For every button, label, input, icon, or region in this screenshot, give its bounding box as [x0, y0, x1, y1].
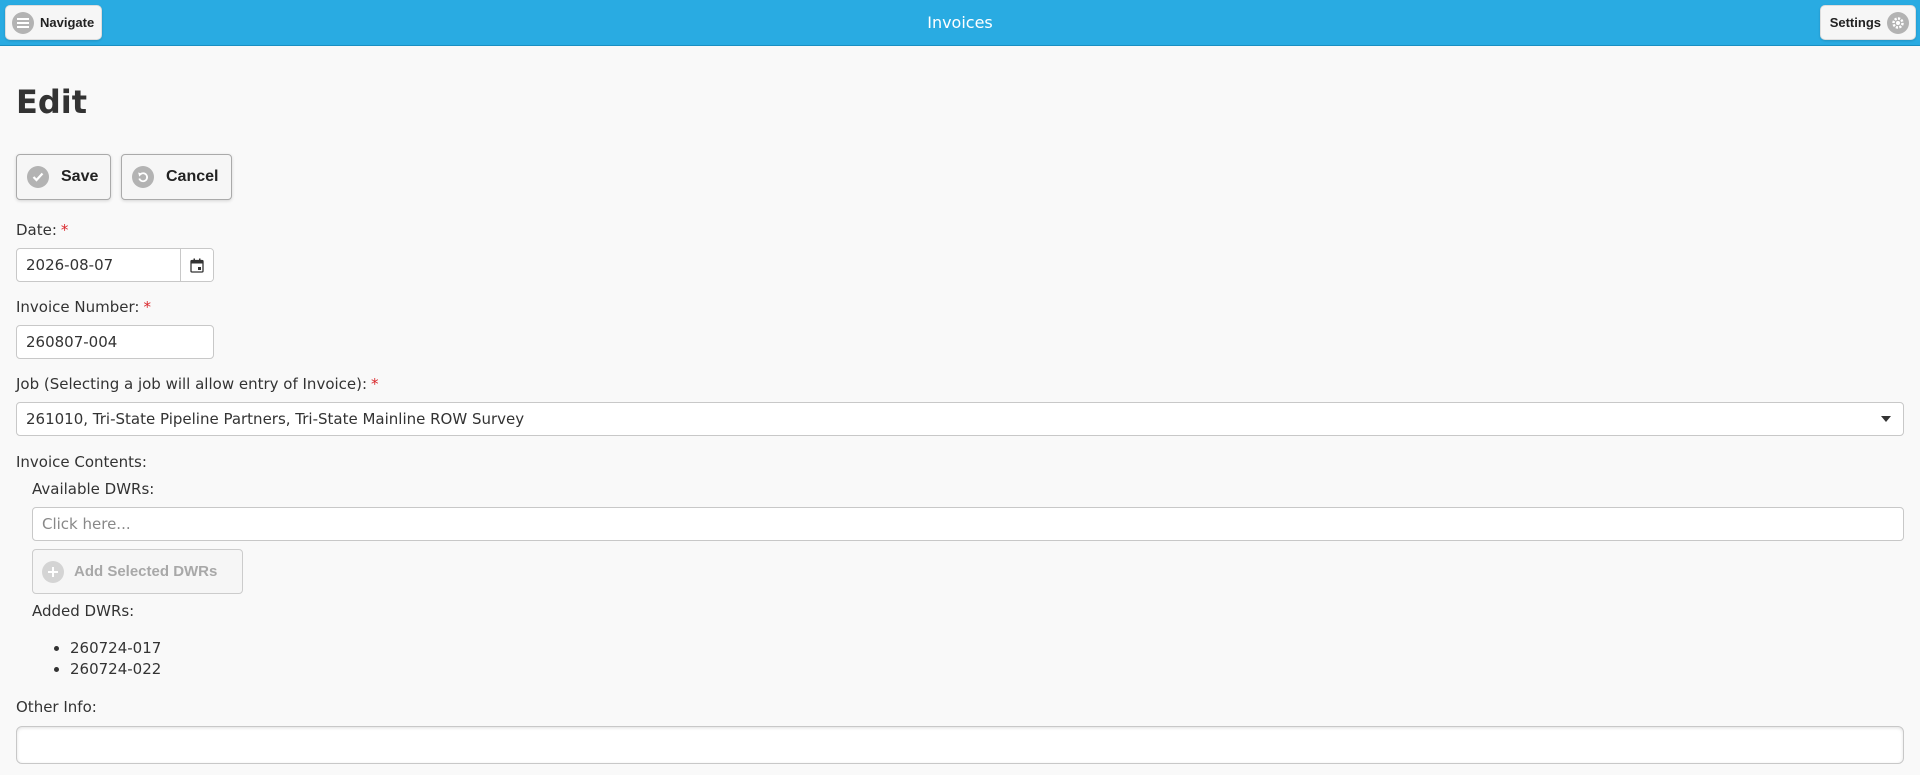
available-dwrs-input[interactable]: Click here... — [32, 507, 1904, 541]
date-label: Date: * — [16, 221, 68, 239]
list-item: 260724-017 — [70, 638, 161, 659]
save-label: Save — [61, 168, 99, 185]
invoice-number-label: Invoice Number: * — [16, 298, 151, 316]
invoice-number-label-text: Invoice Number: — [16, 298, 140, 316]
available-dwrs-label: Available DWRs: — [32, 480, 155, 498]
cancel-button[interactable]: Cancel — [121, 154, 232, 200]
page-title: Edit — [16, 83, 88, 121]
invoice-number-value: 260807-004 — [26, 333, 118, 351]
job-label-text: Job (Selecting a job will allow entry of… — [16, 375, 368, 393]
list-item: 260724-022 — [70, 659, 161, 680]
calendar-button[interactable] — [180, 249, 213, 281]
available-dwrs-placeholder: Click here... — [42, 515, 131, 533]
other-info-label: Other Info: — [16, 698, 97, 716]
required-marker: * — [60, 221, 69, 239]
check-icon — [27, 166, 49, 188]
chevron-down-icon — [1881, 416, 1891, 422]
required-marker: * — [371, 375, 379, 393]
date-field[interactable]: 2026-08-07 — [16, 248, 214, 282]
added-dwrs-list: 260724-017 260724-022 — [40, 638, 161, 680]
plus-icon — [42, 560, 64, 583]
job-label: Job (Selecting a job will allow entry of… — [16, 375, 379, 393]
undo-icon — [132, 166, 154, 188]
cancel-label: Cancel — [166, 168, 219, 185]
settings-label: Settings — [1829, 15, 1881, 30]
date-label-text: Date: — [16, 221, 57, 239]
job-selected-value: 261010, Tri-State Pipeline Partners, Tri… — [26, 410, 525, 428]
required-marker: * — [143, 298, 151, 316]
other-info-textarea[interactable] — [16, 726, 1904, 764]
save-button[interactable]: Save — [16, 154, 111, 200]
add-selected-dwrs-button[interactable]: Add Selected DWRs — [32, 549, 243, 594]
invoice-number-input[interactable]: 260807-004 — [16, 325, 214, 359]
added-dwrs-label: Added DWRs: — [32, 602, 135, 620]
settings-button[interactable]: Settings — [1820, 5, 1916, 40]
add-selected-dwrs-label: Add Selected DWRs — [74, 563, 218, 580]
date-value: 2026-08-07 — [26, 256, 114, 274]
job-select[interactable]: 261010, Tri-State Pipeline Partners, Tri… — [16, 402, 1904, 436]
header-bar: Navigate Invoices Settings — [0, 0, 1920, 46]
calendar-icon — [190, 258, 204, 273]
page-header-title: Invoices — [927, 13, 993, 32]
invoice-contents-label: Invoice Contents: — [16, 453, 147, 471]
gear-icon — [1887, 11, 1909, 34]
